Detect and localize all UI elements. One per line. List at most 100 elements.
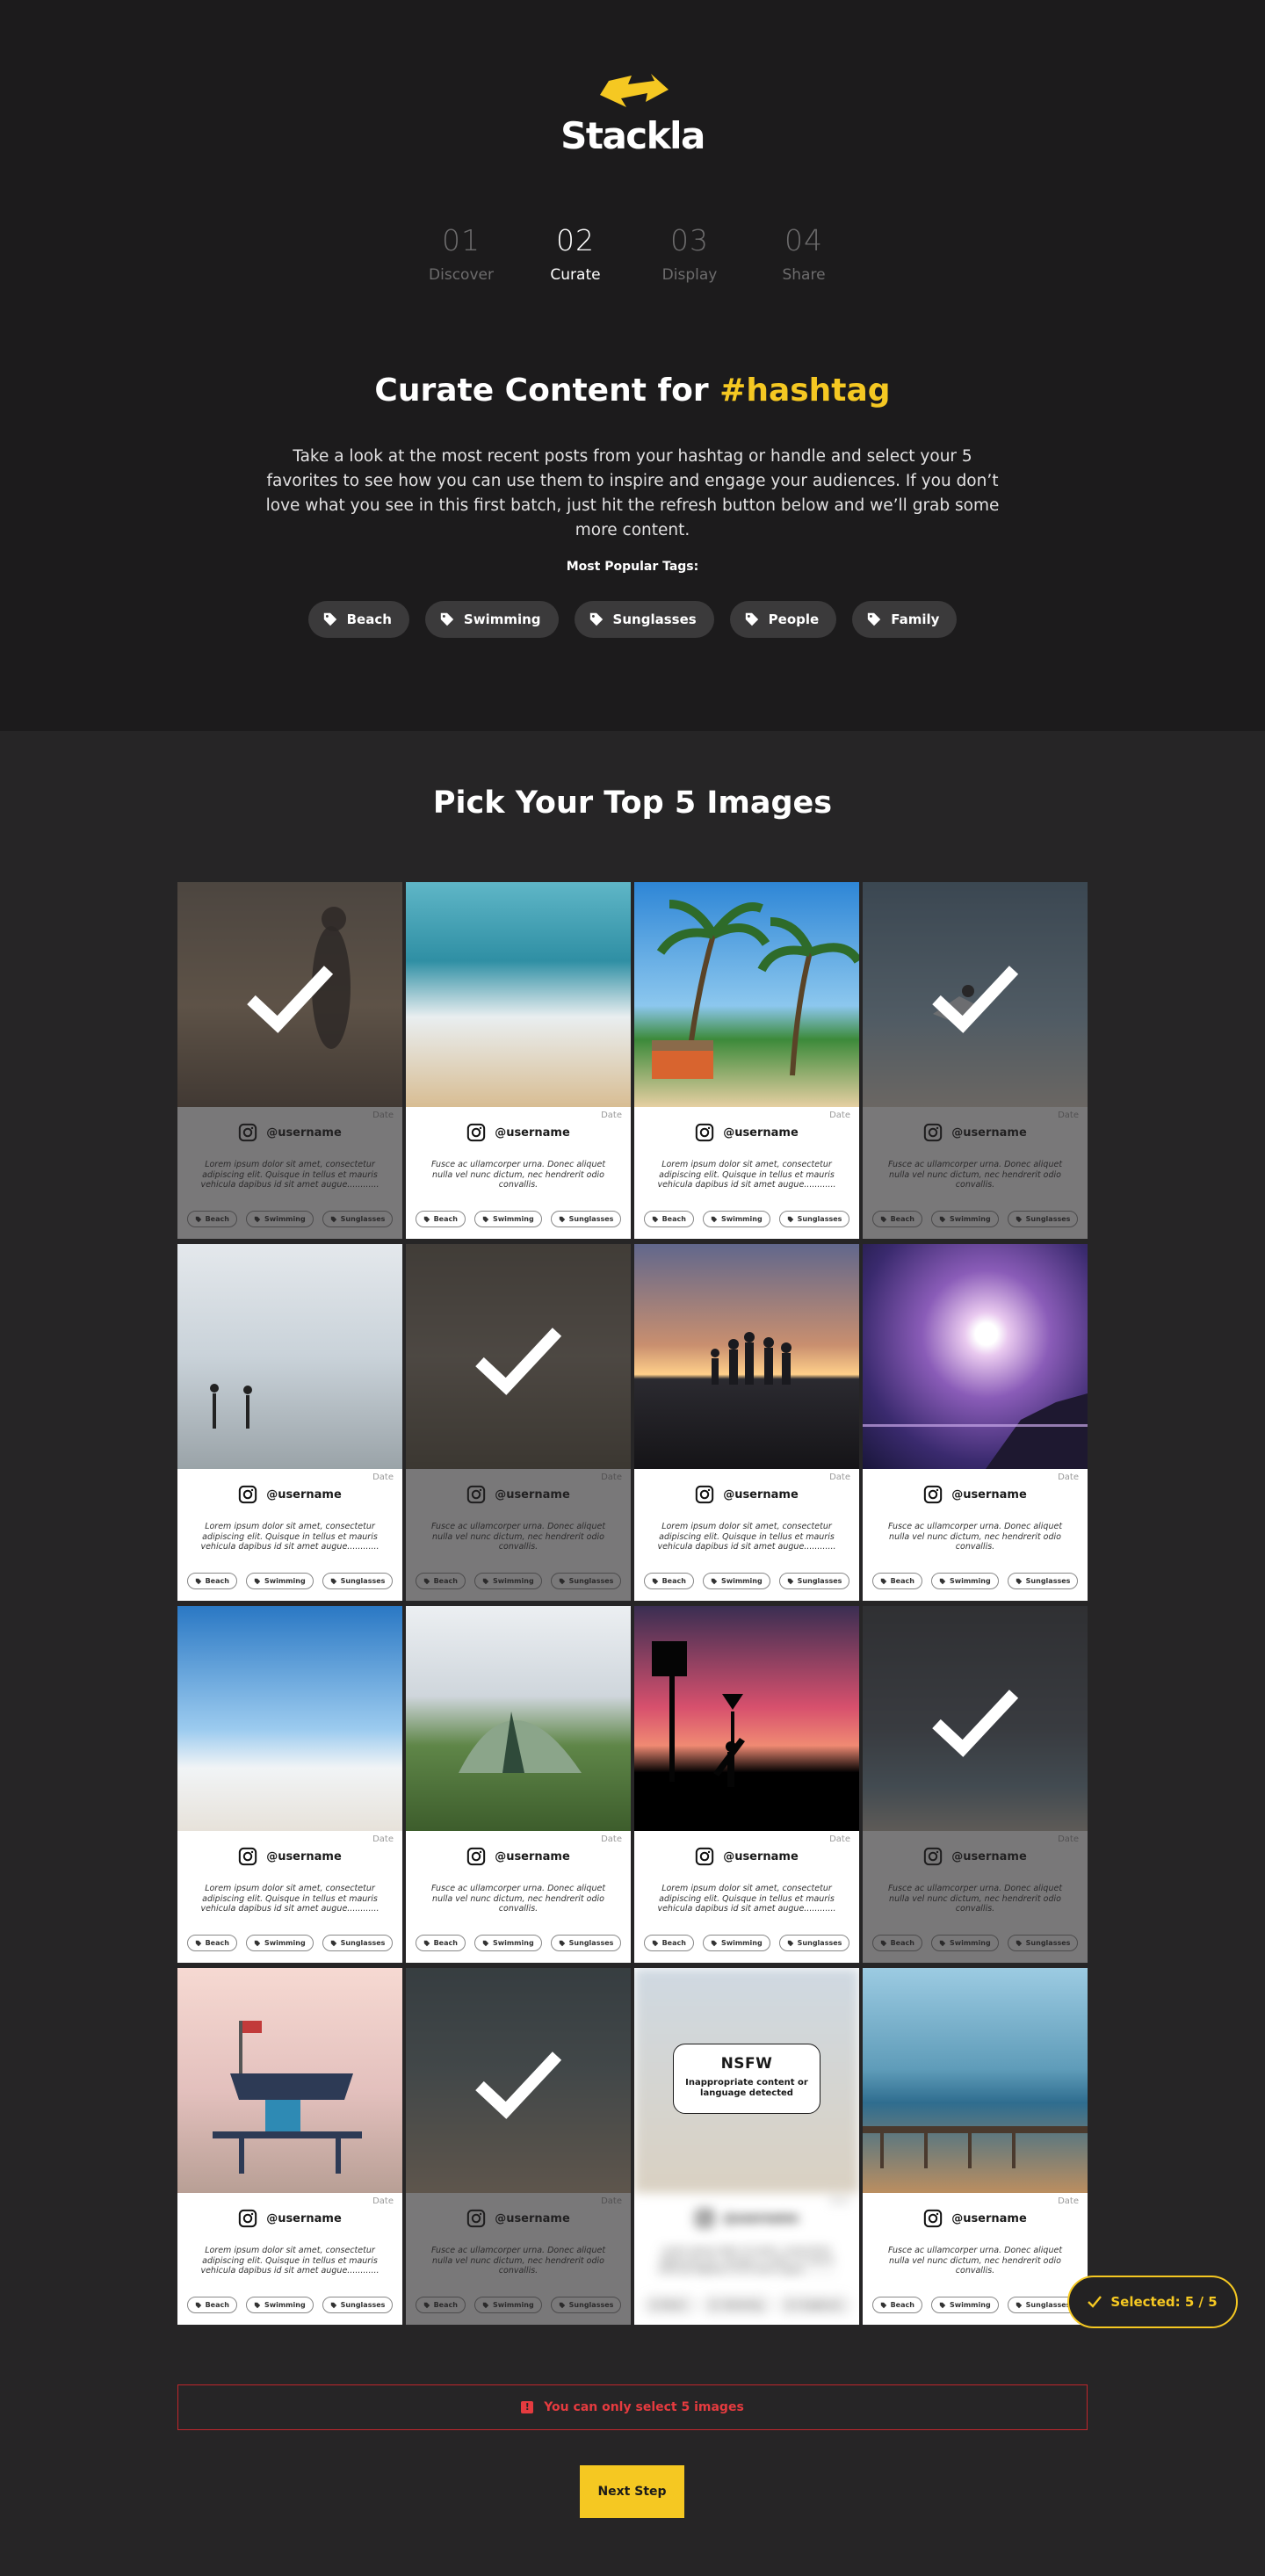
image-card[interactable]: Date @username Lorem ipsum dolor sit ame… bbox=[177, 1606, 402, 1963]
tag-swimming[interactable]: Swimming bbox=[424, 601, 559, 638]
tag-icon bbox=[652, 2302, 658, 2308]
image-card[interactable]: Date @username Fusce ac ullamcorper urna… bbox=[863, 1968, 1088, 2325]
image-card[interactable]: Date @username Fusce ac ullamcorper urna… bbox=[406, 1244, 631, 1601]
post-caption: Lorem ipsum dolor sit amet, consectetur … bbox=[200, 1884, 380, 1914]
post-date: Date bbox=[1058, 2196, 1079, 2206]
selected-overlay bbox=[406, 1968, 631, 2325]
image-card[interactable]: Date @username Fusce ac ullamcorper urna… bbox=[406, 1968, 631, 2325]
tag-icon bbox=[652, 1940, 658, 1946]
image-card[interactable]: Date @username Fusce ac ullamcorper urna… bbox=[863, 1244, 1088, 1601]
stackla-logo[interactable]: Stackla bbox=[0, 72, 1265, 157]
post-tag[interactable]: Swimming bbox=[702, 1935, 770, 1951]
image-card[interactable]: Date @username Lorem ipsum dolor sit ame… bbox=[177, 1244, 402, 1601]
post-tag[interactable]: Sunglasses bbox=[778, 1573, 850, 1589]
image-card[interactable]: Date @username Fusce ac ullamcorper urna… bbox=[863, 882, 1088, 1239]
post-tag[interactable]: Sunglasses bbox=[550, 1211, 622, 1227]
post-tag[interactable]: Beach bbox=[186, 1573, 237, 1589]
image-card[interactable]: Date @username Lorem ipsum dolor sit ame… bbox=[634, 1606, 859, 1963]
instagram-icon bbox=[239, 2209, 257, 2228]
post-tag[interactable]: Swimming bbox=[245, 1935, 314, 1951]
username: @username bbox=[723, 1849, 799, 1863]
step-label: Curate bbox=[550, 266, 601, 284]
post-meta: Date @username Lorem ipsum dolor sit ame… bbox=[634, 1107, 859, 1239]
post-tag-label: Swimming bbox=[720, 2301, 763, 2309]
tag-icon bbox=[787, 1940, 793, 1946]
instagram-icon bbox=[239, 1847, 257, 1866]
step-curate[interactable]: 02 Curate bbox=[518, 223, 632, 284]
post-image bbox=[406, 882, 631, 1107]
post-date: Date bbox=[372, 2196, 394, 2206]
image-card[interactable]: Date @username Lorem ipsum dolor sit ame… bbox=[177, 1968, 402, 2325]
step-display[interactable]: 03 Display bbox=[632, 223, 747, 284]
instagram-icon bbox=[467, 1123, 486, 1142]
post-tag-label: Swimming bbox=[949, 2301, 991, 2309]
post-tag[interactable]: Sunglasses bbox=[778, 1211, 850, 1227]
step-discover[interactable]: 01 Discover bbox=[404, 223, 518, 284]
post-tag[interactable]: Swimming bbox=[245, 1573, 314, 1589]
post-caption: Fusce ac ullamcorper urna. Donec aliquet… bbox=[430, 1160, 606, 1190]
post-tag[interactable]: Beach bbox=[871, 1573, 922, 1589]
post-tag[interactable]: Swimming bbox=[702, 2297, 770, 2313]
post-tag[interactable]: Beach bbox=[643, 1935, 694, 1951]
step-number: 02 bbox=[556, 223, 595, 257]
post-tag[interactable]: Sunglasses bbox=[778, 1935, 850, 1951]
tag-icon bbox=[652, 1216, 658, 1222]
post-caption: Fusce ac ullamcorper urna. Donec aliquet… bbox=[430, 1884, 606, 1914]
image-card[interactable]: Date @username Fusce ac ullamcorper urna… bbox=[863, 1606, 1088, 1963]
selected-overlay bbox=[863, 1606, 1088, 1963]
post-tag[interactable]: Sunglasses bbox=[322, 1573, 394, 1589]
tag-sunglasses[interactable]: Sunglasses bbox=[574, 601, 714, 638]
post-tag[interactable]: Swimming bbox=[473, 1211, 542, 1227]
post-tag[interactable]: Swimming bbox=[473, 1935, 542, 1951]
post-tag[interactable]: Swimming bbox=[245, 2297, 314, 2313]
post-tag[interactable]: Sunglasses bbox=[1007, 1573, 1079, 1589]
username: @username bbox=[723, 1125, 799, 1140]
post-tag[interactable]: Beach bbox=[871, 2297, 922, 2313]
post-tag-label: Swimming bbox=[949, 1577, 991, 1585]
step-share[interactable]: 04 Share bbox=[747, 223, 861, 284]
post-image bbox=[634, 1244, 859, 1469]
post-tag[interactable]: Sunglasses bbox=[550, 1935, 622, 1951]
selected-counter[interactable]: Selected: 5 / 5 bbox=[1067, 2276, 1238, 2328]
post-tag[interactable]: Beach bbox=[643, 2297, 694, 2313]
post-image bbox=[406, 1606, 631, 1831]
post-tag[interactable]: Beach bbox=[643, 1211, 694, 1227]
tag-family[interactable]: Family bbox=[852, 601, 958, 638]
post-tag[interactable]: Swimming bbox=[930, 2297, 999, 2313]
post-user: @username bbox=[634, 1123, 859, 1142]
tag-beach[interactable]: Beach bbox=[307, 601, 409, 638]
post-tag[interactable]: Swimming bbox=[930, 1573, 999, 1589]
image-card[interactable]: Date @username Lorem ipsum dolor sit ame… bbox=[634, 1244, 859, 1601]
post-tag[interactable]: Sunglasses bbox=[322, 2297, 394, 2313]
next-step-button[interactable]: Next Step bbox=[580, 2465, 684, 2518]
post-tag-label: Swimming bbox=[720, 1215, 763, 1223]
post-tag-label: Beach bbox=[890, 2301, 914, 2309]
post-tag[interactable]: Beach bbox=[186, 2297, 237, 2313]
username: @username bbox=[951, 2211, 1027, 2225]
post-tag[interactable]: Swimming bbox=[702, 1211, 770, 1227]
post-tag[interactable]: Swimming bbox=[702, 1573, 770, 1589]
step-number: 03 bbox=[670, 223, 709, 257]
post-tag[interactable]: Beach bbox=[415, 1935, 466, 1951]
image-card[interactable]: Date @username Lorem ipsum dolor sit ame… bbox=[177, 882, 402, 1239]
image-card[interactable]: Date @username Lorem ipsum dolor sit ame… bbox=[634, 1968, 859, 2325]
nsfw-warning: NSFW Inappropriate content or language d… bbox=[673, 2044, 820, 2114]
check-icon bbox=[1088, 2296, 1102, 2308]
post-tags: Beach Swimming Sunglasses bbox=[406, 1935, 631, 1951]
tag-people[interactable]: People bbox=[729, 601, 837, 638]
image-card[interactable]: Date @username Fusce ac ullamcorper urna… bbox=[406, 882, 631, 1239]
tag-icon bbox=[1016, 1578, 1022, 1584]
post-meta: Date @username Fusce ac ullamcorper urna… bbox=[406, 1107, 631, 1239]
stackla-mark-icon bbox=[600, 74, 669, 107]
nsfw-title: NSFW bbox=[720, 2055, 773, 2073]
post-tag[interactable]: Sunglasses bbox=[322, 1935, 394, 1951]
tag-icon bbox=[330, 2302, 336, 2308]
post-tag[interactable]: Sunglasses bbox=[778, 2297, 850, 2313]
post-tag[interactable]: Beach bbox=[186, 1935, 237, 1951]
image-card[interactable]: Date @username Lorem ipsum dolor sit ame… bbox=[634, 882, 859, 1239]
post-tag[interactable]: Beach bbox=[643, 1573, 694, 1589]
image-card[interactable]: Date @username Fusce ac ullamcorper urna… bbox=[406, 1606, 631, 1963]
post-user: @username bbox=[634, 2209, 859, 2228]
post-tag[interactable]: Beach bbox=[415, 1211, 466, 1227]
post-date: Date bbox=[829, 1111, 850, 1120]
